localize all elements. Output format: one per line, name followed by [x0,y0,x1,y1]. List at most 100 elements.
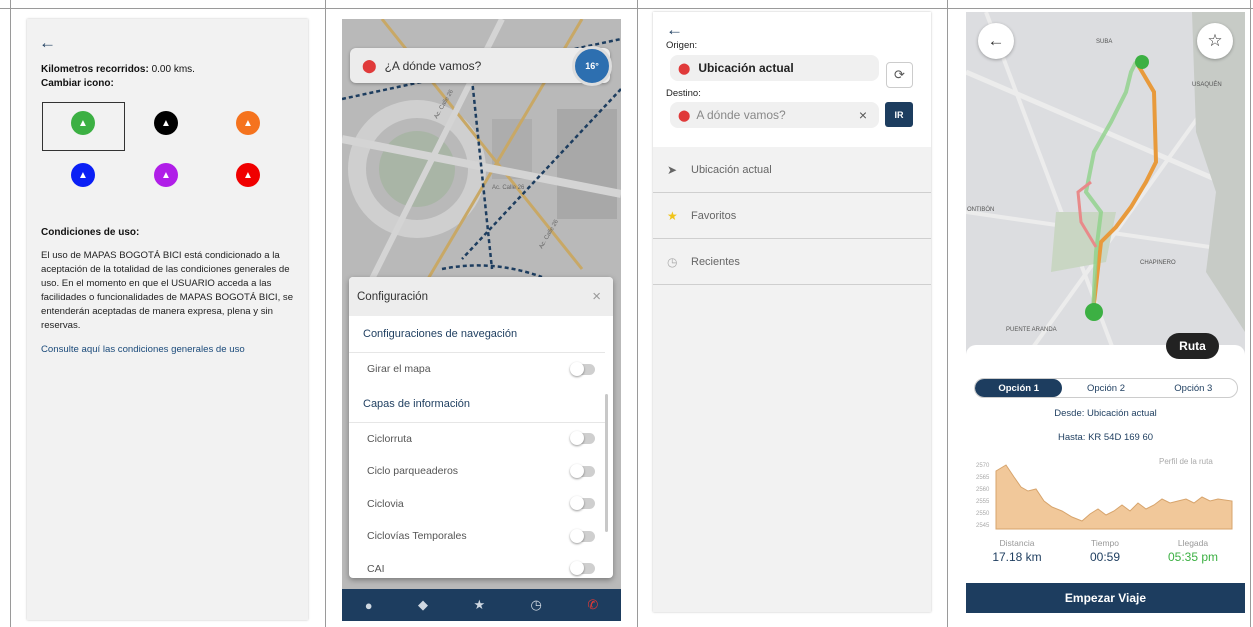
star-icon[interactable]: ★ [473,597,485,613]
settings-dialog: Configuración × Configuraciones de naveg… [349,277,613,578]
nav-section-title: Configuraciones de navegación [349,316,605,353]
layer-label: Ciclovías Temporales [367,530,467,543]
map-label: USAQUÉN [1192,82,1222,88]
close-icon[interactable]: × [592,288,601,305]
profile-screen: ← Kilometros recorridos: 0.00 kms. Cambi… [27,19,308,620]
tab-option-1[interactable]: Opción 1 [975,379,1063,397]
layer-row: Ciclo parqueaderos [349,455,613,488]
layer-row: Ciclorruta [349,423,613,456]
rotate-map-toggle[interactable] [570,361,595,376]
icon-picker: ▲ ▲ ▲ ▲ ▲ ▲ [41,102,293,207]
start-trip-button[interactable]: Empezar Viaje [966,583,1245,613]
layer-label: Ciclorruta [367,432,412,445]
origin-value: Ubicación actual [698,61,794,75]
back-arrow-icon[interactable]: ← [978,23,1014,59]
destination-label: Destino: [666,88,701,99]
back-arrow-icon[interactable]: ← [39,33,56,53]
route-map [966,12,1245,357]
orange-arrow-icon[interactable]: ▲ [236,111,260,135]
stat-value: 05:35 pm [1167,550,1219,564]
stat-label: Llegada [1177,538,1209,548]
settings-header: Configuración × [349,277,613,316]
settings-title: Configuración [357,290,428,303]
purple-arrow-icon[interactable]: ▲ [154,163,178,187]
terms-link[interactable]: Consulte aquí las condiciones generales … [41,344,245,355]
option-current-location[interactable]: ➤ Ubicación actual [653,147,931,193]
cai-toggle[interactable] [570,561,595,576]
green-arrow-icon[interactable]: ▲ [71,111,95,135]
route-to: Hasta: KR 54D 169 60 [1057,432,1154,443]
user-icon[interactable]: ● [365,598,373,613]
ciclovias-temporales-toggle[interactable] [570,528,595,543]
navigation-arrow-icon: ➤ [667,162,678,177]
search-bar[interactable]: ⬤ ¿A dónde vamos? [350,48,610,83]
terms-text: El uso de MAPAS BOGOTÁ BICI está condici… [41,250,294,331]
clock-icon[interactable]: ◷ [531,597,542,613]
ciclo-parqueaderos-toggle[interactable] [570,463,595,478]
map-settings-screen: Ac. Calle 26 Ac. Calle 26 Ac. Calle 26 ⬤… [342,19,621,621]
layer-label: Ciclo parqueaderos [367,465,459,478]
option-favorites[interactable]: ★ Favoritos [653,193,931,239]
star-outline-icon[interactable]: ☆ [1197,23,1233,59]
red-arrow-icon[interactable]: ▲ [236,163,260,187]
location-pin-icon: ⬤ [362,57,377,73]
map-label: ONTIBÓN [967,207,995,213]
bottom-nav: ● ◆ ★ ◷ ✆ [342,589,621,621]
weather-badge[interactable]: 16° [572,46,612,86]
stat-label: Tiempo [1090,538,1120,548]
layers-icon[interactable]: ◆ [418,597,428,613]
clock-icon: ◷ [667,254,678,269]
km-label: Kilometros recorridos: [41,64,149,75]
stat-value: 00:59 [1089,550,1121,564]
layer-row: CAI [349,553,613,579]
layer-row: Ciclovías Temporales [349,520,613,553]
blue-arrow-icon[interactable]: ▲ [71,163,95,187]
map-label: CHAPINERO [1140,260,1176,266]
location-pin-icon: ⬤ [678,62,691,75]
change-icon-label: Cambiar icono: [41,78,114,89]
layer-label: CAI [367,562,385,575]
option-label: Ubicación actual [691,163,772,176]
rotate-map-row: Girar el mapa [349,353,613,386]
phone-icon[interactable]: ✆ [587,597,598,613]
temperature-value: 16° [585,61,599,71]
elevation-profile-chart: 2570 2565 2560 2555 2550 2545 [976,463,1233,530]
frame-divider [637,0,638,627]
elevation-tick: 2545 [976,523,990,529]
location-pin-icon: ⬤ [678,109,691,122]
tab-option-3[interactable]: Opción 3 [1150,379,1237,397]
map-label: SUBA [1096,39,1113,45]
settings-scrollbar[interactable] [605,394,608,532]
layer-row: Ciclovia [349,488,613,521]
route-form: ← Origen: ⬤ Ubicación actual ⟳ Destino: … [653,12,931,147]
elevation-tick: 2550 [976,511,990,517]
km-line: Kilometros recorridos: 0.00 kms. [41,64,195,75]
destination-placeholder: A dónde vamos? [696,108,786,122]
elevation-tick: 2560 [976,487,990,493]
ciclorruta-toggle[interactable] [570,431,595,446]
black-arrow-icon[interactable]: ▲ [154,111,178,135]
frame-divider [1250,0,1251,627]
swap-icon[interactable]: ⟳ [886,62,913,88]
search-placeholder: ¿A dónde vamos? [384,58,482,73]
destination-field[interactable]: ⬤ A dónde vamos? × [670,102,879,128]
elevation-tick: 2555 [976,499,990,505]
terms-title: Condiciones de uso: [41,227,140,238]
option-recent[interactable]: ◷ Recientes [653,239,931,285]
top-divider [0,8,1253,9]
arrival-stat: Llegada 05:35 pm [1158,538,1228,564]
tab-option-2[interactable]: Opción 2 [1062,379,1149,397]
map-label: PUENTE ARANDA [1006,327,1057,333]
origin-field[interactable]: ⬤ Ubicación actual [670,55,879,81]
route-from: Desde: Ubicación actual [1054,408,1157,419]
clear-icon[interactable]: × [859,107,867,123]
elevation-tick: 2565 [976,475,990,481]
layers-section-title: Capas de información [349,386,605,423]
rotate-map-label: Girar el mapa [367,363,431,376]
back-arrow-icon[interactable]: ← [666,20,683,40]
ciclovia-toggle[interactable] [570,496,595,511]
layer-label: Ciclovia [367,497,404,510]
stat-label: Distancia [999,538,1035,548]
km-value: 0.00 kms. [151,64,195,75]
go-button[interactable]: IR [885,102,913,127]
